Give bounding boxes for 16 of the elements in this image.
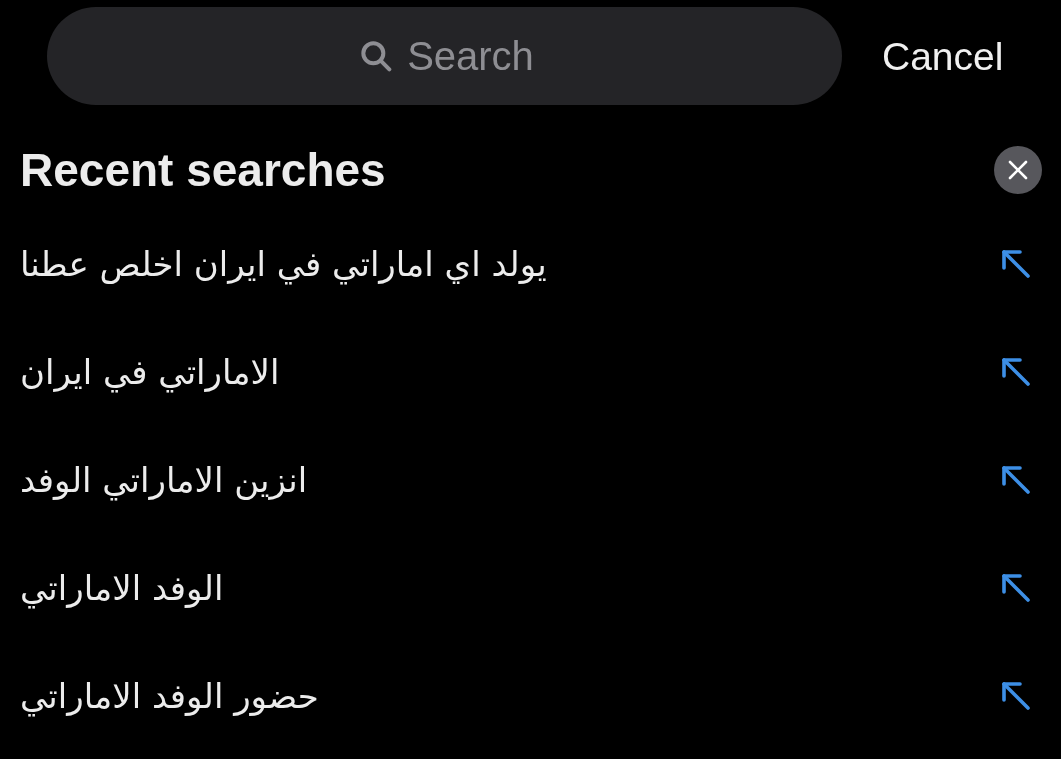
arrow-up-left-icon[interactable] bbox=[1002, 574, 1030, 602]
close-icon bbox=[1008, 160, 1028, 180]
recent-search-term[interactable]: يولد اي اماراتي في ايران اخلص عطنا bbox=[20, 242, 547, 286]
cancel-button[interactable]: Cancel bbox=[882, 28, 1004, 84]
recent-search-term[interactable]: حضور الوفد الاماراتي bbox=[20, 674, 319, 718]
recent-search-term[interactable]: الوفد الاماراتي bbox=[20, 566, 224, 610]
recent-search-term[interactable]: انزين الاماراتي الوفد bbox=[20, 458, 308, 502]
arrow-up-left-icon[interactable] bbox=[1002, 358, 1030, 386]
search-field[interactable]: Search bbox=[47, 7, 842, 105]
recent-search-term[interactable]: الاماراتي في ايران bbox=[20, 350, 280, 394]
section-title: Recent searches bbox=[20, 147, 386, 193]
search-icon bbox=[360, 40, 392, 72]
arrow-up-left-icon[interactable] bbox=[1002, 250, 1030, 278]
clear-button[interactable] bbox=[994, 146, 1042, 194]
arrow-up-left-icon[interactable] bbox=[1002, 682, 1030, 710]
arrow-up-left-icon[interactable] bbox=[1002, 466, 1030, 494]
